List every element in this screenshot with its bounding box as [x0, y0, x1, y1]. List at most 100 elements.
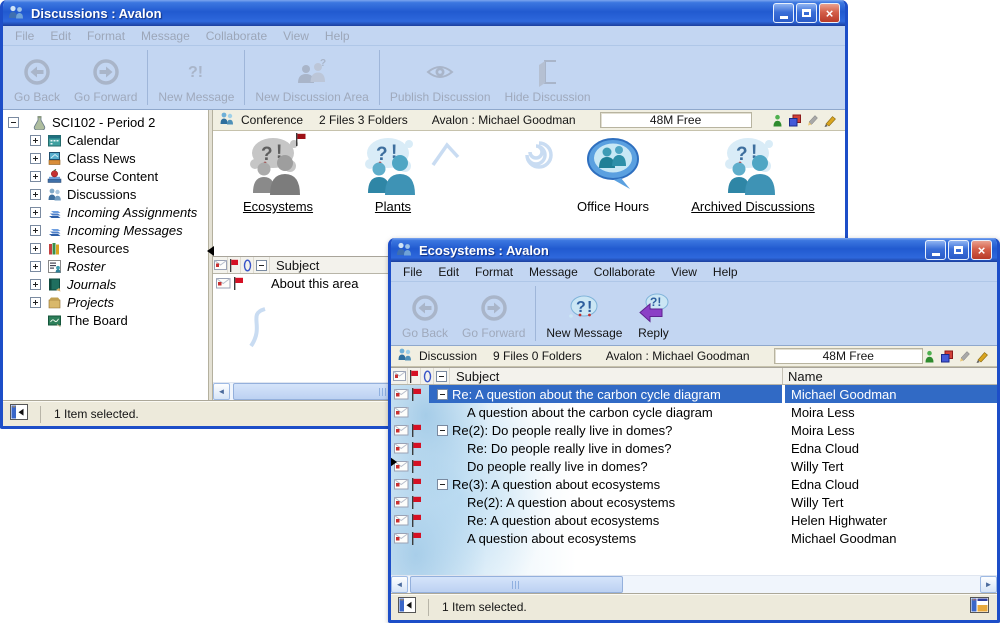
reply-button[interactable]: ?! Reply: [629, 282, 677, 345]
menu-file[interactable]: File: [395, 265, 430, 279]
collapse-all-icon[interactable]: [254, 257, 270, 273]
menu-message[interactable]: Message: [521, 265, 586, 279]
close-button[interactable]: ×: [971, 240, 992, 260]
message-row[interactable]: A question about the carbon cycle diagra…: [391, 403, 997, 421]
tree-item-the-board[interactable]: The Board: [3, 311, 208, 329]
subject-column-label[interactable]: Subject: [450, 369, 499, 384]
desktop-item-label[interactable]: Office Hours: [577, 199, 649, 214]
ecosystems-titlebar[interactable]: Ecosystems : Avalon ×: [391, 238, 997, 262]
message-row[interactable]: Re(2): Do people really live in domes? M…: [391, 421, 997, 439]
menu-message[interactable]: Message: [133, 29, 198, 43]
expand-icon[interactable]: [30, 189, 41, 200]
go-forward-button[interactable]: Go Forward: [67, 46, 144, 109]
desktop-item-label[interactable]: Archived Discussions: [691, 199, 815, 214]
collapse-thread-icon[interactable]: [437, 389, 448, 400]
minimize-button[interactable]: [773, 3, 794, 23]
tree-item-incoming-messages[interactable]: Incoming Messages: [3, 221, 208, 239]
collapse-panel-icon[interactable]: [398, 597, 417, 617]
expand-icon[interactable]: [30, 261, 41, 272]
message-row[interactable]: Do people really live in domes? Willy Te…: [391, 457, 997, 475]
scroll-left-button[interactable]: ◄: [391, 576, 408, 593]
scrollbar-track[interactable]: [408, 576, 980, 593]
desktop-item-label[interactable]: Plants: [375, 199, 411, 214]
message-column-header: Subject Name: [391, 367, 997, 385]
conference-header: Conference 2 Files 3 Folders Avalon : Mi…: [213, 110, 845, 131]
expand-icon[interactable]: [30, 207, 41, 218]
new-discussion-area-button[interactable]: ? New Discussion Area: [248, 46, 375, 109]
menu-format[interactable]: Format: [79, 29, 133, 43]
menu-format[interactable]: Format: [467, 265, 521, 279]
new-message-button[interactable]: ?! New Message: [151, 46, 241, 109]
collapse-icon[interactable]: [8, 117, 19, 128]
menu-edit[interactable]: Edit: [430, 265, 467, 279]
name-column-label[interactable]: Name: [782, 368, 823, 384]
message-horizontal-scrollbar[interactable]: ◄ ►: [391, 575, 997, 593]
menu-file[interactable]: File: [7, 29, 42, 43]
splitter-collapse-arrow[interactable]: [390, 457, 402, 467]
scroll-left-button[interactable]: ◄: [213, 383, 230, 400]
collapse-all-icon[interactable]: [434, 368, 450, 384]
publish-discussion-button[interactable]: Publish Discussion: [383, 46, 498, 109]
tree-item-sci102[interactable]: SCI102 - Period 2: [3, 113, 208, 131]
menu-collaborate[interactable]: Collaborate: [586, 265, 663, 279]
message-list: Re: A question about the carbon cycle di…: [391, 385, 997, 575]
go-back-button[interactable]: Go Back: [7, 46, 67, 109]
tree-item-discussions[interactable]: Discussions: [3, 185, 208, 203]
expand-icon[interactable]: [30, 279, 41, 290]
splitter-collapse-arrow[interactable]: [202, 246, 214, 256]
tree-item-incoming-assignments[interactable]: Incoming Assignments: [3, 203, 208, 221]
message-subject: Re(2): Do people really live in domes?: [452, 423, 672, 438]
expand-icon[interactable]: [30, 135, 41, 146]
desktop-item-label[interactable]: Ecosystems: [243, 199, 313, 214]
online-person-icon: [923, 350, 936, 363]
menu-view[interactable]: View: [663, 265, 705, 279]
window-title: Discussions : Avalon: [31, 6, 162, 21]
tree-item-roster[interactable]: Roster: [3, 257, 208, 275]
flag-icon: [228, 257, 241, 273]
expand-icon[interactable]: [30, 297, 41, 308]
menu-view[interactable]: View: [275, 29, 317, 43]
scroll-right-button[interactable]: ►: [980, 576, 997, 593]
close-button[interactable]: ×: [819, 3, 840, 23]
tree-item-class-news[interactable]: Class News: [3, 149, 208, 167]
expand-icon[interactable]: [30, 171, 41, 182]
desktop-item-office-hours[interactable]: Office Hours: [543, 135, 683, 214]
discussions-titlebar[interactable]: Discussions : Avalon ×: [3, 0, 845, 26]
collapse-thread-icon[interactable]: [437, 425, 448, 436]
menu-collaborate[interactable]: Collaborate: [198, 29, 275, 43]
message-row[interactable]: Re: A question about ecosystems Helen Hi…: [391, 511, 997, 529]
maximize-button[interactable]: [796, 3, 817, 23]
minimize-button[interactable]: [925, 240, 946, 260]
collapse-thread-icon[interactable]: [437, 479, 448, 490]
message-row[interactable]: Re(2): A question about ecosystems Willy…: [391, 493, 997, 511]
menu-help[interactable]: Help: [317, 29, 358, 43]
tree-item-resources[interactable]: Resources: [3, 239, 208, 257]
desktop-item-plants[interactable]: ?! Plants: [323, 135, 463, 214]
subject-column-label[interactable]: Subject: [270, 258, 319, 273]
scrollbar-thumb[interactable]: [410, 576, 623, 593]
expand-icon[interactable]: [30, 153, 41, 164]
message-row[interactable]: A question about ecosystems Michael Good…: [391, 529, 997, 547]
menu-help[interactable]: Help: [705, 265, 746, 279]
desktop-item-archived-discussions[interactable]: ?! Archived Discussions: [673, 135, 833, 214]
tree-item-calendar[interactable]: Calendar: [3, 131, 208, 149]
object-kind: Discussion: [419, 349, 477, 363]
expand-icon[interactable]: [30, 225, 41, 236]
toolbar-separator: [244, 50, 245, 105]
tree-item-projects[interactable]: Projects: [3, 293, 208, 311]
tree-item-course-content[interactable]: Course Content: [3, 167, 208, 185]
message-row[interactable]: Re: Do people really live in domes? Edna…: [391, 439, 997, 457]
tree-item-journals[interactable]: Journals: [3, 275, 208, 293]
hide-discussion-button[interactable]: Hide Discussion: [498, 46, 598, 109]
message-author: Willy Tert: [782, 457, 997, 475]
split-view-icon[interactable]: [970, 597, 990, 617]
new-message-button[interactable]: ?! New Message: [539, 282, 629, 345]
menu-edit[interactable]: Edit: [42, 29, 79, 43]
expand-icon[interactable]: [30, 243, 41, 254]
go-forward-button[interactable]: Go Forward: [455, 282, 532, 345]
go-back-button[interactable]: Go Back: [395, 282, 455, 345]
maximize-button[interactable]: [948, 240, 969, 260]
message-row[interactable]: Re(3): A question about ecosystems Edna …: [391, 475, 997, 493]
collapse-panel-icon[interactable]: [10, 404, 29, 424]
message-row[interactable]: Re: A question about the carbon cycle di…: [391, 385, 997, 403]
